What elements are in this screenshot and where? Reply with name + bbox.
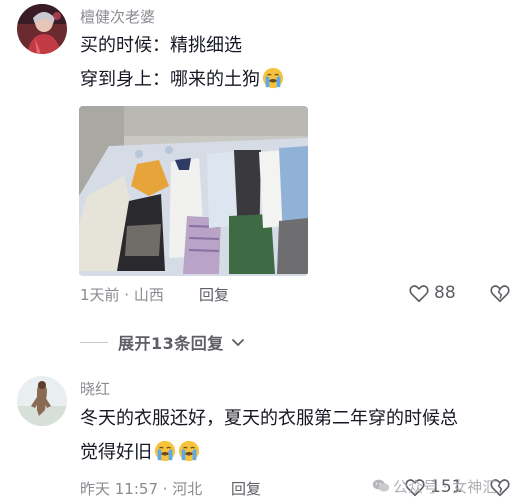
expand-replies-button[interactable]: 展开13条回复 — [80, 330, 246, 354]
reply-button[interactable]: 回复 — [231, 478, 261, 499]
broken-heart-icon — [490, 285, 510, 303]
comment-username[interactable]: 檀健次老婆 — [80, 6, 155, 27]
clothes-on-bed-image — [79, 106, 308, 276]
avatar[interactable] — [17, 4, 67, 54]
comment-item: 檀健次老婆 买的时候：精挑细选 穿到身上：哪来的土狗 1天前 · 山西 回复 8… — [0, 0, 524, 360]
avatar[interactable] — [17, 376, 67, 426]
comment-username[interactable]: 晓红 — [80, 378, 110, 399]
dislike-button[interactable] — [488, 282, 512, 308]
like-count: 88 — [434, 283, 456, 303]
loudly-crying-face-icon — [262, 67, 284, 89]
wechat-icon — [372, 479, 390, 492]
comment-text-line: 冬天的衣服还好，夏天的衣服第二年穿的时候总 — [80, 408, 458, 429]
comment-text-line: 买的时候：精挑细选 — [80, 35, 242, 56]
chevron-down-icon — [231, 339, 244, 346]
heart-outline-icon — [409, 285, 429, 303]
loudly-crying-face-icon — [178, 440, 200, 462]
comment-text-line: 觉得好旧 — [80, 440, 200, 466]
expand-divider — [80, 341, 108, 343]
comment-attached-photo[interactable] — [79, 106, 308, 276]
avatar-image — [17, 376, 67, 426]
comment-time-location: 昨天 11:57 · 河北 — [80, 480, 203, 498]
comment-time-location: 1天前 · 山西 — [80, 286, 164, 304]
loudly-crying-face-icon — [154, 440, 176, 462]
reply-button[interactable]: 回复 — [199, 284, 229, 305]
expand-replies-label: 展开13条回复 — [118, 334, 224, 353]
avatar-image — [17, 4, 67, 54]
watermark: 公众号 · 女神汇 — [372, 476, 497, 497]
like-button[interactable]: 88 — [408, 282, 456, 304]
watermark-text: 公众号 · 女神汇 — [393, 478, 498, 496]
comment-text-line-content: 穿到身上：哪来的土狗 — [80, 69, 260, 90]
comment-text-line-content: 觉得好旧 — [80, 442, 152, 463]
comment-text-line: 穿到身上：哪来的土狗 — [80, 67, 284, 93]
